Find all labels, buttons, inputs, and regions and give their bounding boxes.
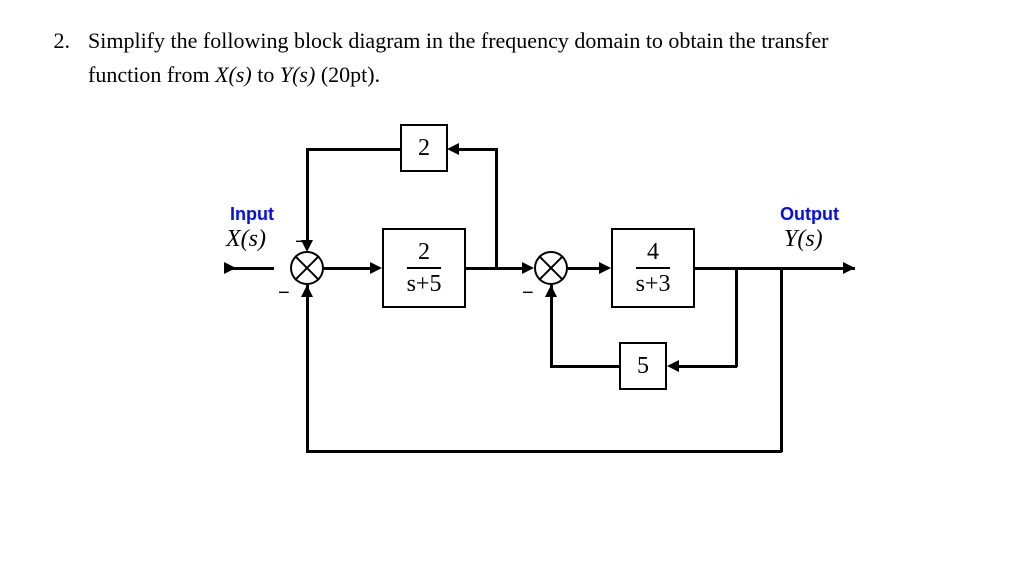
wire-innerfb-left (550, 365, 619, 368)
block-g1: 2 s+5 (382, 228, 466, 308)
input-label: Input (230, 204, 274, 225)
feedback-top-gain: 2 (418, 135, 430, 162)
arrow-topfb-into-sum1 (301, 240, 313, 252)
wire-g2-out (695, 267, 855, 270)
arrow-outerfb-into-sum1 (301, 285, 313, 297)
wire-g1-s2 (466, 267, 526, 270)
arrow-s1-g1 (370, 262, 382, 274)
problem-number: 2. (50, 24, 70, 92)
arrow-topfb-into-block (447, 143, 459, 155)
summing-junction-2 (534, 251, 568, 285)
wire-outerfb-bottom (306, 450, 782, 453)
wire-topfb-to-block (457, 148, 497, 151)
block-diagram: Input X(s) Output Y(s) − − 2 s+5 − (140, 122, 880, 542)
summing-junction-1 (290, 251, 324, 285)
inner-fb-gain: 5 (637, 353, 649, 380)
output-signal: Y(s) (784, 226, 823, 253)
wire-topfb-left (306, 148, 400, 151)
sign-sum1-bot: − (278, 282, 290, 305)
wire-topfb-up (495, 148, 498, 267)
inline-Y: Y(s) (280, 62, 315, 87)
input-signal: X(s) (226, 226, 266, 253)
block-feedback-top: 2 (400, 124, 448, 172)
inline-X: X(s) (215, 62, 252, 87)
problem-statement: 2. Simplify the following block diagram … (50, 24, 964, 92)
arrow-s2-g2 (599, 262, 611, 274)
wire-outerfb-up (306, 285, 309, 452)
g1-den: s+5 (407, 267, 442, 296)
arrow-innerfb-into-block (667, 360, 679, 372)
g2-num: 4 (647, 240, 659, 267)
wire-innerfb-up (550, 285, 553, 367)
arrow-input (224, 262, 236, 274)
problem-text-line2b: to (252, 62, 280, 87)
wire-outerfb-down (780, 267, 783, 452)
arrow-g1-s2 (522, 262, 534, 274)
wire-s2-g2 (568, 267, 603, 270)
page: 2. Simplify the following block diagram … (0, 0, 1024, 566)
wire-innerfb-to-block (677, 365, 737, 368)
block-g2: 4 s+3 (611, 228, 695, 308)
problem-text-line2c: (20pt). (315, 62, 380, 87)
problem-text-line2a: function from (88, 62, 215, 87)
wire-innerfb-down (735, 267, 738, 367)
block-inner-feedback: 5 (619, 342, 667, 390)
output-label: Output (780, 204, 839, 225)
sign-sum2-bot: − (522, 282, 534, 305)
wire-s1-g1 (324, 267, 374, 270)
g2-den: s+3 (636, 267, 671, 296)
problem-text-line1: Simplify the following block diagram in … (88, 28, 828, 53)
problem-text: Simplify the following block diagram in … (88, 24, 964, 92)
wire-topfb-down (306, 148, 309, 242)
g1-num: 2 (418, 240, 430, 267)
arrow-output (843, 262, 855, 274)
arrow-innerfb-into-sum2 (545, 285, 557, 297)
